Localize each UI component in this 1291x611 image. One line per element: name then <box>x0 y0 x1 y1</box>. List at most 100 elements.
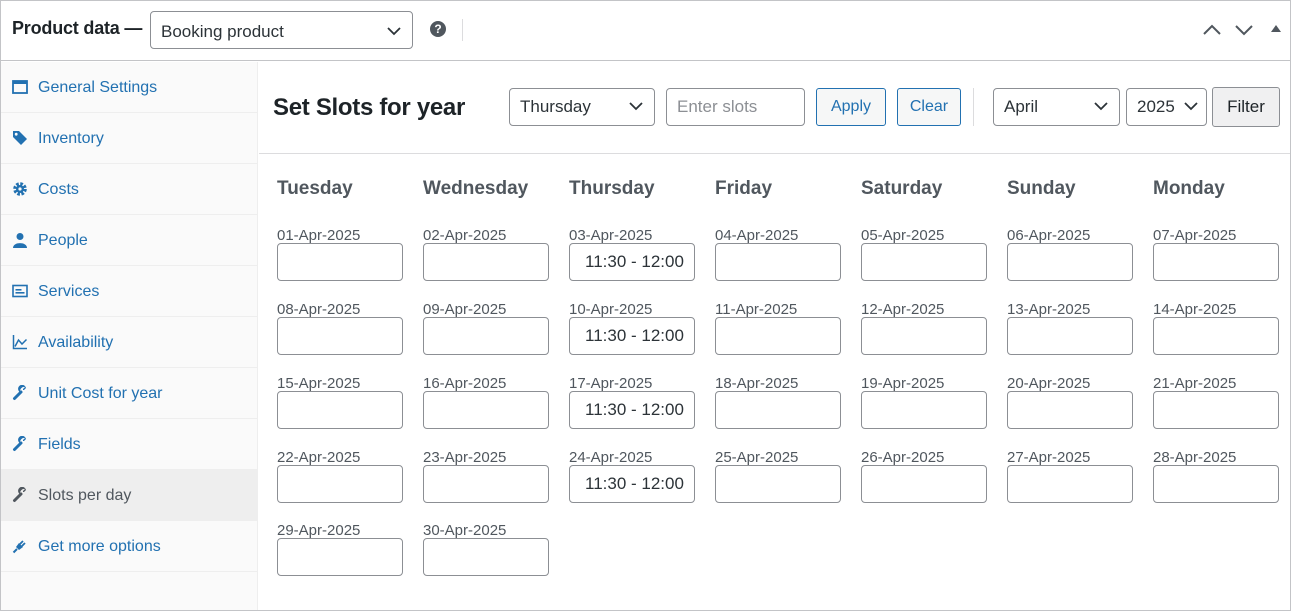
slot-input[interactable] <box>861 465 987 503</box>
cell-date-label: 03-Apr-2025 <box>569 227 653 244</box>
slot-input[interactable] <box>277 317 403 355</box>
slot-input[interactable] <box>569 391 695 429</box>
month-select[interactable]: April <box>993 88 1120 126</box>
slot-input[interactable] <box>861 243 987 281</box>
tab-fields[interactable]: Fields <box>1 419 257 470</box>
day-cell: 23-Apr-2025 <box>423 449 549 511</box>
slot-input[interactable] <box>1153 317 1279 355</box>
move-up-icon[interactable] <box>1201 19 1223 41</box>
tab-label: People <box>38 232 88 249</box>
slot-input[interactable] <box>1007 391 1133 429</box>
slot-input[interactable] <box>569 243 695 281</box>
tab-services[interactable]: Services <box>1 266 257 317</box>
day-cell: 02-Apr-2025 <box>423 227 549 289</box>
collapse-toggle-icon[interactable] <box>1271 25 1281 32</box>
tab-people[interactable]: People <box>1 215 257 266</box>
day-cell: 30-Apr-2025 <box>423 522 549 584</box>
slot-input[interactable] <box>277 391 403 429</box>
day-cell: 27-Apr-2025 <box>1007 449 1133 511</box>
weekday-select[interactable]: Thursday <box>509 88 655 126</box>
chevron-down-icon <box>1184 102 1198 111</box>
tab-label: Slots per day <box>38 487 132 504</box>
tab-availability[interactable]: Availability <box>1 317 257 368</box>
slot-input[interactable] <box>861 391 987 429</box>
slot-input[interactable] <box>1007 317 1133 355</box>
day-cell: 01-Apr-2025 <box>277 227 403 289</box>
product-type-value: Booking product <box>161 22 284 41</box>
slot-input[interactable] <box>277 243 403 281</box>
day-cell: 11-Apr-2025 <box>715 301 841 363</box>
cell-date-label: 15-Apr-2025 <box>277 375 361 392</box>
year-select[interactable]: 2025 <box>1126 88 1207 126</box>
day-cell: 25-Apr-2025 <box>715 449 841 511</box>
slot-input[interactable] <box>423 317 549 355</box>
tab-label: Unit Cost for year <box>38 385 163 402</box>
day-cell: 17-Apr-2025 <box>569 375 695 437</box>
chevron-down-icon <box>629 102 643 111</box>
tab-slots-per-day[interactable]: Slots per day <box>1 470 257 521</box>
day-cell: 04-Apr-2025 <box>715 227 841 289</box>
day-cell: 18-Apr-2025 <box>715 375 841 437</box>
cell-date-label: 22-Apr-2025 <box>277 449 361 466</box>
chart-icon <box>12 335 28 350</box>
tab-label: Availability <box>38 334 114 351</box>
tab-label: General Settings <box>38 79 158 96</box>
page-title: Set Slots for year <box>273 94 466 121</box>
slot-input[interactable] <box>1007 465 1133 503</box>
day-cell: 26-Apr-2025 <box>861 449 987 511</box>
tab-label: Costs <box>38 181 79 198</box>
day-header-monday: Monday <box>1153 178 1225 199</box>
cell-date-label: 28-Apr-2025 <box>1153 449 1237 466</box>
weekday-value: Thursday <box>520 97 591 116</box>
slots-input[interactable] <box>666 88 805 126</box>
slot-input[interactable] <box>569 317 695 355</box>
slot-input[interactable] <box>423 465 549 503</box>
tab-costs[interactable]: Costs <box>1 164 257 215</box>
cell-date-label: 27-Apr-2025 <box>1007 449 1091 466</box>
day-cell: 10-Apr-2025 <box>569 301 695 363</box>
slot-input[interactable] <box>715 391 841 429</box>
cell-date-label: 26-Apr-2025 <box>861 449 945 466</box>
clear-button[interactable]: Clear <box>897 88 961 126</box>
toolbar-divider <box>973 88 974 126</box>
window-icon <box>12 80 28 94</box>
slot-input[interactable] <box>277 465 403 503</box>
gear-icon <box>13 182 27 196</box>
day-cell: 09-Apr-2025 <box>423 301 549 363</box>
filter-button[interactable]: Filter <box>1212 87 1280 127</box>
tag-icon <box>13 131 27 145</box>
day-header-friday: Friday <box>715 178 773 199</box>
cell-date-label: 11-Apr-2025 <box>715 301 798 318</box>
tab-general-settings[interactable]: General Settings <box>1 62 257 113</box>
product-type-select[interactable]: Booking product <box>150 11 413 49</box>
slot-input[interactable] <box>715 465 841 503</box>
slot-input[interactable] <box>1153 243 1279 281</box>
day-header-sunday: Sunday <box>1007 178 1076 199</box>
cell-date-label: 05-Apr-2025 <box>861 227 945 244</box>
slot-input[interactable] <box>861 317 987 355</box>
slot-input[interactable] <box>277 538 403 576</box>
tab-get-more-options[interactable]: Get more options <box>1 521 257 572</box>
slot-input[interactable] <box>1007 243 1133 281</box>
slot-input[interactable] <box>715 317 841 355</box>
cell-date-label: 18-Apr-2025 <box>715 375 799 392</box>
apply-button[interactable]: Apply <box>816 88 886 126</box>
product-data-tabs: General Settings Inventory Costs People … <box>1 62 258 610</box>
slot-input[interactable] <box>423 538 549 576</box>
move-down-icon[interactable] <box>1233 19 1255 41</box>
help-icon[interactable]: ? <box>430 21 446 37</box>
cell-date-label: 04-Apr-2025 <box>715 227 799 244</box>
day-cell: 06-Apr-2025 <box>1007 227 1133 289</box>
tab-inventory[interactable]: Inventory <box>1 113 257 164</box>
plug-icon <box>12 540 26 554</box>
slot-input[interactable] <box>569 465 695 503</box>
tab-unit-cost-for-year[interactable]: Unit Cost for year <box>1 368 257 419</box>
panel-title: Product data — <box>12 18 143 38</box>
wrench-icon <box>13 385 26 400</box>
slot-input[interactable] <box>1153 465 1279 503</box>
slot-input[interactable] <box>423 243 549 281</box>
slot-input[interactable] <box>715 243 841 281</box>
slot-input[interactable] <box>423 391 549 429</box>
slot-input[interactable] <box>1153 391 1279 429</box>
wrench-icon <box>13 436 26 451</box>
